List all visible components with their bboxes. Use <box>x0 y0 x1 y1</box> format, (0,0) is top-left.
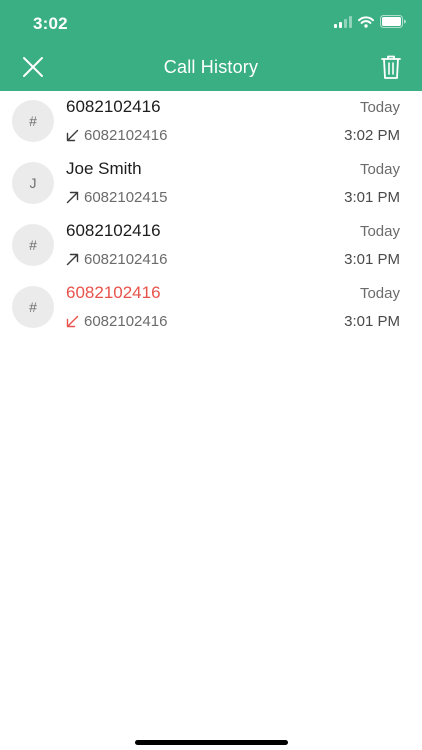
caller-name: 6082102416 <box>66 221 161 240</box>
missed-call-arrow-icon <box>66 315 79 328</box>
caller-name: 6082102416 <box>66 283 161 302</box>
call-day: Today <box>359 285 400 302</box>
call-history-item[interactable]: # 6082102416 6082102416 Today 3:02 PM <box>0 91 422 153</box>
call-time: 3:01 PM <box>344 251 400 268</box>
trash-icon <box>381 55 401 79</box>
caller-name: Joe Smith <box>66 159 142 178</box>
call-day: Today <box>359 161 400 178</box>
call-day: Today <box>359 223 400 240</box>
caller-name: 6082102416 <box>66 97 161 116</box>
call-history-item[interactable]: # 6082102416 6082102416 Today 3:01 PM <box>0 215 422 277</box>
delete-history-button[interactable] <box>380 54 402 80</box>
outgoing-call-arrow-icon <box>66 253 79 266</box>
home-indicator[interactable] <box>135 740 288 745</box>
call-history-item[interactable]: # 6082102416 6082102416 Today 3:01 PM <box>0 277 422 339</box>
avatar: # <box>12 224 54 266</box>
avatar: # <box>12 100 54 142</box>
call-detail: 6082102416 <box>66 313 167 330</box>
call-number: 6082102416 <box>84 127 168 144</box>
cellular-signal-icon <box>334 15 352 33</box>
call-time: 3:01 PM <box>344 313 400 330</box>
call-detail: 6082102416 <box>66 251 167 268</box>
call-detail: 6082102416 <box>66 127 167 144</box>
call-history-list: # 6082102416 6082102416 Today 3:02 PM J … <box>0 91 422 339</box>
call-day: Today <box>359 99 400 116</box>
battery-icon <box>380 15 407 33</box>
call-time: 3:01 PM <box>344 189 400 206</box>
status-bar-time: 3:02 <box>33 14 68 33</box>
status-bar-icons <box>334 15 407 33</box>
call-time: 3:02 PM <box>344 127 400 144</box>
outgoing-call-arrow-icon <box>66 191 79 204</box>
app-header: 3:02 Call History <box>0 0 422 91</box>
incoming-call-arrow-icon <box>66 129 79 142</box>
avatar: # <box>12 286 54 328</box>
call-detail: 6082102415 <box>66 189 167 206</box>
avatar: J <box>12 162 54 204</box>
call-number: 6082102416 <box>84 251 168 268</box>
wifi-icon <box>358 15 374 33</box>
call-number: 6082102416 <box>84 313 168 330</box>
page-title: Call History <box>163 57 259 77</box>
call-number: 6082102415 <box>84 189 168 206</box>
call-history-item[interactable]: J Joe Smith 6082102415 Today 3:01 PM <box>0 153 422 215</box>
